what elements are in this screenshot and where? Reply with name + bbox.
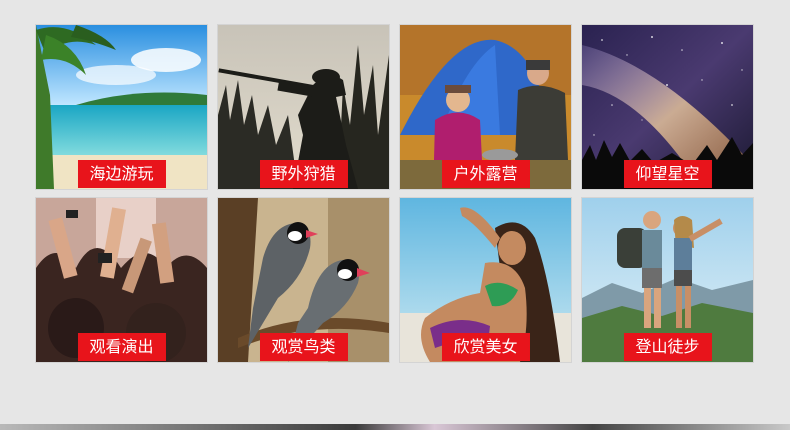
tile-hunting[interactable]: 野外狩猎 xyxy=(218,25,389,189)
activity-grid: 海边游玩 野外狩猎 户外露营 仰望星空 观看演出 观赏鸟类 欣赏美女 登山徒步 xyxy=(0,0,790,430)
tile-hiking[interactable]: 登山徒步 xyxy=(582,198,753,362)
bottom-divider xyxy=(0,424,790,430)
tile-label: 登山徒步 xyxy=(623,333,712,361)
tile-model[interactable]: 欣赏美女 xyxy=(400,198,571,362)
tile-label: 观看演出 xyxy=(77,333,166,361)
tile-camping[interactable]: 户外露营 xyxy=(400,25,571,189)
tile-label: 观赏鸟类 xyxy=(259,333,348,361)
tile-label: 仰望星空 xyxy=(623,160,712,188)
tile-label: 野外狩猎 xyxy=(259,160,348,188)
tile-label: 户外露营 xyxy=(441,160,530,188)
tile-concert[interactable]: 观看演出 xyxy=(36,198,207,362)
tile-label: 欣赏美女 xyxy=(441,333,530,361)
tile-birds[interactable]: 观赏鸟类 xyxy=(218,198,389,362)
tile-beach[interactable]: 海边游玩 xyxy=(36,25,207,189)
tile-label: 海边游玩 xyxy=(77,160,166,188)
tile-stargazing[interactable]: 仰望星空 xyxy=(582,25,753,189)
